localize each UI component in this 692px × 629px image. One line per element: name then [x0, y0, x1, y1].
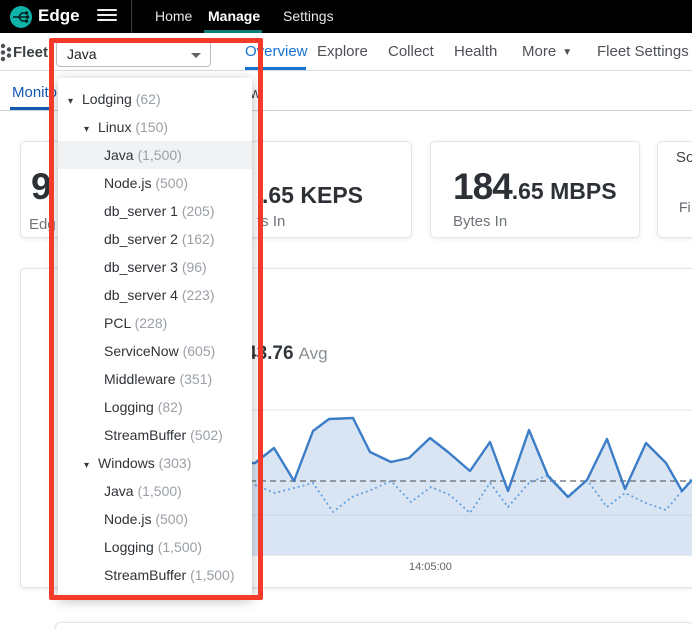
dropdown-item-count: (162) [178, 231, 215, 247]
dropdown-item-label: Logging [104, 539, 154, 555]
tab-more[interactable]: More▼ [522, 43, 572, 60]
fleet-toolbar: Fleet Java Overview Explore Collect Heal… [0, 33, 692, 71]
tab-overview[interactable]: Overview [245, 43, 308, 60]
dropdown-item-count: (62) [132, 91, 161, 107]
tab-fleet-settings[interactable]: Fleet Settings [597, 43, 689, 60]
dropdown-item-java[interactable]: Java (1,500) [58, 141, 252, 169]
dropdown-item-label: Windows [98, 455, 155, 471]
app-screen: Edge Home Manage Settings Fleet Java Ove… [0, 0, 692, 629]
dropdown-item-middleware[interactable]: Middleware (351) [58, 365, 252, 393]
dropdown-item-label: Node.js [104, 175, 151, 191]
metric-value: 9 [31, 166, 51, 208]
dropdown-item-logging[interactable]: Logging (1,500) [58, 533, 252, 561]
dropdown-item-count: (605) [179, 343, 216, 359]
dropdown-item-count: (96) [178, 259, 207, 275]
dropdown-item-count: (1,500) [154, 539, 202, 555]
metric-card-sources: Sou Fi [657, 141, 692, 238]
fleet-selector-value: Java [67, 46, 97, 62]
dropdown-item-label: PCL [104, 315, 131, 331]
fleet-selector[interactable]: Java [56, 41, 211, 67]
dropdown-item-pcl[interactable]: PCL (228) [58, 309, 252, 337]
average-value: 43.76 [246, 343, 294, 364]
dropdown-item-servicenow[interactable]: ServiceNow (605) [58, 337, 252, 365]
dropdown-item-streambuffer[interactable]: StreamBuffer (502) [58, 421, 252, 449]
dropdown-item-count: (228) [131, 315, 168, 331]
dropdown-item-label: db_server 1 [104, 203, 178, 219]
dropdown-item-label: Logging [104, 399, 154, 415]
average-label: Avg [299, 344, 328, 363]
dropdown-item-label: ServiceNow [104, 343, 179, 359]
dropdown-item-label: Java [104, 483, 134, 499]
dropdown-item-label: StreamBuffer [104, 427, 186, 443]
card-title-fragment: Sou [676, 149, 692, 166]
metric-card-bytes-in: 184.65 MBPS Bytes In [430, 141, 640, 238]
dropdown-item-node-js[interactable]: Node.js (500) [58, 169, 252, 197]
tree-collapse-icon[interactable]: ▾ [68, 88, 82, 116]
dropdown-item-count: (500) [151, 511, 188, 527]
fleet-cluster-icon [0, 42, 13, 62]
dropdown-item-label: Lodging [82, 91, 132, 107]
tab-explore[interactable]: Explore [317, 43, 368, 60]
dropdown-item-linux[interactable]: ▾Linux (150) [58, 113, 252, 141]
dropdown-item-lodging[interactable]: ▾Lodging (62) [58, 85, 252, 113]
dropdown-item-count: (1,500) [134, 483, 182, 499]
dropdown-item-db-server-3[interactable]: db_server 3 (96) [58, 253, 252, 281]
dropdown-item-count: (223) [178, 287, 215, 303]
x-axis-tick-label: 14:05:00 [409, 561, 452, 573]
dropdown-item-count: (502) [186, 427, 223, 443]
tree-collapse-icon[interactable]: ▾ [84, 452, 98, 480]
hamburger-menu-icon[interactable] [97, 9, 117, 24]
chevron-down-icon [191, 53, 201, 58]
dropdown-item-label: StreamBuffer [104, 567, 186, 583]
dropdown-item-label: Java [104, 147, 134, 163]
dropdown-item-db-server-1[interactable]: db_server 1 (205) [58, 197, 252, 225]
edge-logo-icon [9, 5, 33, 29]
chart-average-readout: 43.76 Avg [246, 343, 328, 365]
metric-label: ts In [257, 213, 285, 230]
dropdown-item-count: (205) [178, 203, 215, 219]
subtab-monitor[interactable]: Monitor [12, 84, 62, 101]
dropdown-item-count: (351) [176, 371, 213, 387]
tab-overview-active-underline [245, 67, 306, 70]
nav-manage[interactable]: Manage [208, 8, 260, 24]
fleet-dropdown-list: ▾Lodging (62)▾Linux (150)Java (1,500)Nod… [58, 85, 252, 589]
metric-label: Bytes In [453, 213, 507, 230]
dropdown-item-java[interactable]: Java (1,500) [58, 477, 252, 505]
chevron-down-icon: ▼ [562, 47, 572, 58]
dropdown-item-label: db_server 4 [104, 287, 178, 303]
nav-home[interactable]: Home [155, 8, 192, 24]
dropdown-item-count: (303) [155, 455, 192, 471]
fleet-dropdown-panel: ▾Lodging (62)▾Linux (150)Java (1,500)Nod… [58, 78, 252, 597]
fleet-section-label: Fleet [13, 44, 48, 61]
dropdown-item-count: (1,500) [186, 567, 234, 583]
dropdown-item-label: Node.js [104, 511, 151, 527]
topbar-divider [131, 0, 132, 33]
tab-health[interactable]: Health [454, 43, 497, 60]
dropdown-item-label: Middleware [104, 371, 176, 387]
brand-name: Edge [38, 6, 80, 26]
top-app-bar: Edge Home Manage Settings [0, 0, 692, 33]
dropdown-item-count: (500) [151, 175, 188, 191]
dropdown-item-logging[interactable]: Logging (82) [58, 393, 252, 421]
metric-label: Edg [29, 216, 56, 233]
dropdown-item-db-server-2[interactable]: db_server 2 (162) [58, 225, 252, 253]
nav-settings[interactable]: Settings [283, 8, 334, 24]
metric-value: .65 KEPS [262, 182, 363, 209]
dropdown-item-count: (82) [154, 399, 183, 415]
tab-collect[interactable]: Collect [388, 43, 434, 60]
dropdown-item-db-server-4[interactable]: db_server 4 (223) [58, 281, 252, 309]
dropdown-item-streambuffer[interactable]: StreamBuffer (1,500) [58, 561, 252, 589]
metric-value: 184.65 MBPS [453, 166, 617, 208]
dropdown-item-label: Linux [98, 119, 131, 135]
card-link-fragment[interactable]: Fi [679, 199, 691, 215]
tree-collapse-icon[interactable]: ▾ [84, 116, 98, 144]
next-section-card [55, 622, 692, 629]
dropdown-item-count: (150) [131, 119, 168, 135]
dropdown-item-label: db_server 3 [104, 259, 178, 275]
dropdown-item-label: db_server 2 [104, 231, 178, 247]
dropdown-item-windows[interactable]: ▾Windows (303) [58, 449, 252, 477]
dropdown-item-node-js[interactable]: Node.js (500) [58, 505, 252, 533]
dropdown-item-count: (1,500) [134, 147, 182, 163]
